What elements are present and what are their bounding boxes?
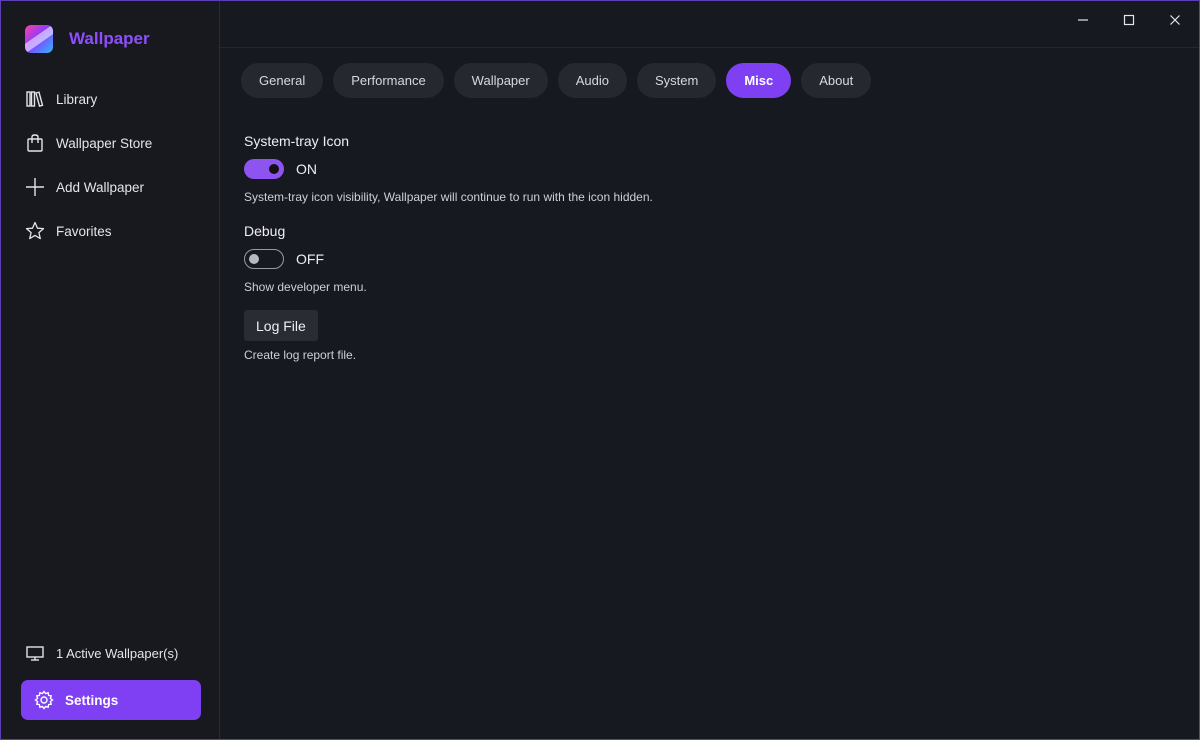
settings-button[interactable]: Settings	[21, 680, 201, 720]
settings-tabs: General Performance Wallpaper Audio Syst…	[241, 63, 881, 98]
systray-description: System-tray icon visibility, Wallpaper w…	[244, 190, 653, 204]
systray-toggle-row: ON	[244, 159, 653, 179]
sidebar-item-label: Library	[56, 91, 98, 107]
sidebar-item-library[interactable]: Library	[1, 77, 219, 121]
close-icon	[1170, 15, 1180, 25]
debug-description: Show developer menu.	[244, 280, 367, 294]
minimize-icon	[1078, 19, 1088, 21]
maximize-button[interactable]	[1106, 1, 1152, 39]
tab-about[interactable]: About	[801, 63, 872, 98]
misc-settings-content: System-tray Icon ON System-tray icon vis…	[244, 133, 653, 362]
plus-icon	[25, 177, 45, 197]
close-button[interactable]	[1152, 1, 1198, 39]
maximize-icon	[1123, 14, 1135, 26]
app-window: Wallpaper Library Wallpaper Store Add Wa…	[0, 0, 1200, 740]
sidebar: Wallpaper Library Wallpaper Store Add Wa…	[1, 1, 220, 739]
toggle-knob	[269, 164, 279, 174]
debug-toggle-row: OFF	[244, 249, 653, 269]
tab-general[interactable]: General	[241, 63, 324, 98]
sidebar-nav: Library Wallpaper Store Add Wallpaper Fa…	[1, 77, 219, 253]
sidebar-item-label: Favorites	[56, 223, 112, 239]
sidebar-item-favorites[interactable]: Favorites	[1, 209, 219, 253]
tab-performance[interactable]: Performance	[333, 63, 444, 98]
sidebar-item-label: Wallpaper Store	[56, 135, 153, 151]
monitor-icon	[25, 643, 45, 663]
library-icon	[25, 89, 45, 109]
app-logo-icon	[25, 25, 53, 53]
active-wallpapers-status[interactable]: 1 Active Wallpaper(s)	[25, 643, 178, 663]
title-bar	[220, 1, 1199, 48]
systray-state: ON	[296, 161, 317, 177]
tab-system[interactable]: System	[636, 63, 717, 98]
systray-title: System-tray Icon	[244, 133, 350, 149]
sidebar-item-label: Add Wallpaper	[56, 179, 145, 195]
debug-title: Debug	[244, 223, 286, 239]
log-file-description: Create log report file.	[244, 348, 357, 362]
sidebar-item-wallpaper-store[interactable]: Wallpaper Store	[1, 121, 219, 165]
tab-misc[interactable]: Misc	[726, 63, 792, 98]
sidebar-item-add-wallpaper[interactable]: Add Wallpaper	[1, 165, 219, 209]
brand: Wallpaper	[1, 1, 219, 77]
tab-audio[interactable]: Audio	[557, 63, 627, 98]
minimize-button[interactable]	[1060, 1, 1106, 39]
debug-toggle[interactable]	[244, 249, 284, 269]
settings-label: Settings	[65, 692, 119, 708]
systray-toggle[interactable]	[244, 159, 284, 179]
star-icon	[25, 221, 45, 241]
main-panel: General Performance Wallpaper Audio Syst…	[220, 1, 1199, 739]
toggle-knob	[249, 253, 259, 264]
log-file-button[interactable]: Log File	[244, 310, 318, 341]
tab-wallpaper[interactable]: Wallpaper	[453, 63, 548, 98]
gear-icon	[34, 690, 54, 710]
store-bag-icon	[25, 133, 45, 153]
app-name: Wallpaper	[69, 29, 150, 48]
debug-state: OFF	[296, 251, 324, 267]
active-wallpapers-label: 1 Active Wallpaper(s)	[56, 645, 179, 661]
